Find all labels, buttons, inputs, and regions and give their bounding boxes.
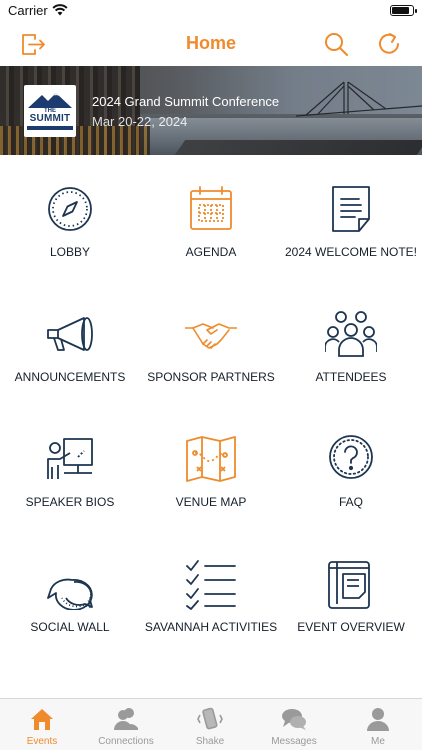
tile-label: ANNOUNCEMENTS bbox=[14, 370, 126, 384]
event-dates: Mar 20-22, 2024 bbox=[92, 114, 188, 129]
event-title: 2024 Grand Summit Conference bbox=[92, 94, 280, 109]
calendar-icon bbox=[190, 186, 232, 230]
tile-label: LOBBY bbox=[49, 245, 91, 259]
tile-attendees[interactable]: ATTENDEES bbox=[281, 280, 421, 405]
tile-speaker-bios[interactable]: SPEAKER BIOS bbox=[0, 405, 140, 530]
megaphone-icon bbox=[47, 317, 93, 351]
tile-label: SOCIAL WALL bbox=[30, 620, 110, 634]
tab-label: Events bbox=[26, 736, 58, 747]
tile-label: 2024 WELCOME NOTE! bbox=[284, 245, 418, 259]
tab-me[interactable]: Me bbox=[336, 699, 420, 750]
battery-icon bbox=[390, 5, 417, 16]
feature-grid: LOBBY AGENDA 2024 WELCOME NOTE! ANNOUNCE… bbox=[0, 155, 422, 698]
connections-icon bbox=[114, 708, 138, 730]
tab-shake[interactable]: Shake bbox=[168, 699, 252, 750]
event-logo: THE SUMMIT bbox=[24, 85, 76, 137]
mountain-icon bbox=[28, 93, 72, 108]
search-button[interactable] bbox=[320, 28, 352, 60]
carrier-label: Carrier bbox=[8, 3, 48, 18]
profile-icon bbox=[367, 708, 389, 731]
tile-social-wall[interactable]: SOCIAL WALL bbox=[0, 530, 140, 655]
tile-faq[interactable]: FAQ bbox=[281, 405, 421, 530]
chat-bubbles-icon bbox=[47, 578, 93, 610]
tile-welcome-note[interactable]: 2024 WELCOME NOTE! bbox=[281, 155, 421, 280]
tile-lobby[interactable]: LOBBY bbox=[0, 155, 140, 280]
tile-event-overview[interactable]: EVENT OVERVIEW bbox=[281, 530, 421, 655]
tile-label: FAQ bbox=[338, 495, 363, 509]
tile-venue-map[interactable]: VENUE MAP bbox=[141, 405, 281, 530]
map-icon bbox=[186, 436, 236, 482]
shake-phone-icon bbox=[197, 707, 223, 730]
tab-events[interactable]: Events bbox=[0, 699, 84, 750]
tile-announcements[interactable]: ANNOUNCEMENTS bbox=[0, 280, 140, 405]
home-icon bbox=[31, 709, 53, 730]
tab-bar: Events Connections Shake Messages Me bbox=[0, 698, 422, 750]
handshake-icon bbox=[185, 323, 237, 349]
wifi-icon bbox=[52, 4, 68, 16]
clipboard-icon bbox=[328, 561, 370, 609]
tile-label: AGENDA bbox=[185, 245, 237, 259]
tile-label: SPEAKER BIOS bbox=[25, 495, 115, 509]
tile-savannah-activities[interactable]: SAVANNAH ACTIVITIES bbox=[141, 530, 281, 655]
navigation-bar: Home bbox=[0, 22, 422, 66]
tile-label: SAVANNAH ACTIVITIES bbox=[144, 620, 278, 634]
question-icon bbox=[329, 435, 373, 479]
messages-icon bbox=[282, 709, 306, 730]
tile-agenda[interactable]: AGENDA bbox=[141, 155, 281, 280]
event-banner[interactable]: THE SUMMIT 2024 Grand Summit Conference … bbox=[0, 66, 422, 155]
compass-icon bbox=[48, 187, 92, 231]
tile-label: VENUE MAP bbox=[175, 495, 247, 509]
tab-messages[interactable]: Messages bbox=[252, 699, 336, 750]
refresh-button[interactable] bbox=[373, 28, 405, 60]
tab-label: Messages bbox=[271, 736, 317, 747]
tab-label: Me bbox=[371, 736, 385, 747]
tab-connections[interactable]: Connections bbox=[84, 699, 168, 750]
presenter-icon bbox=[47, 438, 93, 479]
tab-label: Connections bbox=[98, 736, 154, 747]
tile-label: EVENT OVERVIEW bbox=[297, 620, 405, 634]
status-bar: Carrier bbox=[0, 0, 422, 22]
tile-label: SPONSOR PARTNERS bbox=[147, 370, 275, 384]
search-icon bbox=[325, 33, 348, 56]
tile-sponsor-partners[interactable]: SPONSOR PARTNERS bbox=[141, 280, 281, 405]
tile-label: ATTENDEES bbox=[315, 370, 387, 384]
people-group-icon bbox=[325, 311, 377, 357]
page-title: Home bbox=[185, 33, 236, 53]
document-icon bbox=[332, 186, 370, 232]
tab-label: Shake bbox=[195, 736, 225, 747]
logo-text-summit: SUMMIT bbox=[29, 113, 71, 124]
checklist-icon bbox=[186, 560, 236, 610]
refresh-icon bbox=[379, 33, 399, 54]
